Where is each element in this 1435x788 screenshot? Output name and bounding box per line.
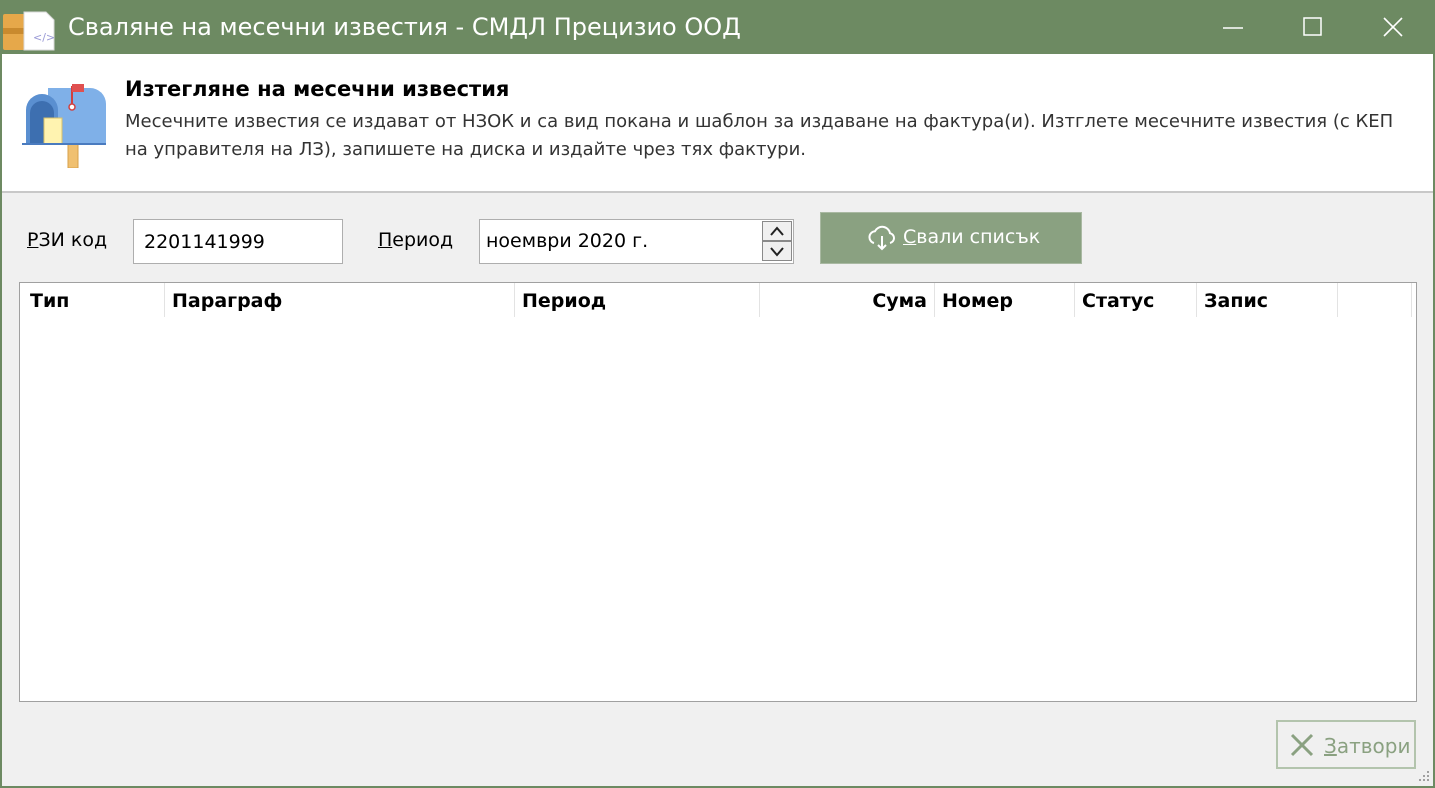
minimize-icon <box>1223 27 1243 29</box>
app-icon: </> <box>3 11 55 51</box>
rzi-code-label: РЗИ код <box>27 229 108 251</box>
mailbox-icon <box>22 84 106 168</box>
close-button-label: Затвори <box>1324 734 1411 758</box>
chevron-up-icon <box>770 226 784 236</box>
column-header-amount[interactable]: Сума <box>760 283 935 317</box>
title-bar[interactable]: </> Сваляне на месечни известия - СМДЛ П… <box>0 0 1435 54</box>
period-picker[interactable]: ноември 2020 г. <box>479 219 794 264</box>
maximize-icon <box>1303 17 1322 36</box>
period-value: ноември 2020 г. <box>486 230 649 252</box>
rzi-code-input[interactable] <box>133 219 343 264</box>
column-header-record[interactable]: Запис <box>1197 283 1338 317</box>
column-header-number[interactable]: Номер <box>935 283 1075 317</box>
header-description: Месечните известия се издават от НЗОК и … <box>125 111 1394 160</box>
svg-text:</>: </> <box>33 31 55 44</box>
cloud-download-icon <box>868 225 895 251</box>
close-x-icon <box>1290 733 1314 757</box>
column-header-type[interactable]: Тип <box>20 283 165 317</box>
maximize-button[interactable] <box>1273 0 1353 54</box>
window-title: Сваляне на месечни известия - СМДЛ Преци… <box>68 13 741 41</box>
close-icon <box>1383 17 1403 37</box>
period-label: Период <box>378 229 454 251</box>
download-list-label: Свали списък <box>903 226 1041 248</box>
chevron-down-icon <box>770 247 784 257</box>
notices-grid[interactable]: Тип Параграф Период Сума Номер Статус За… <box>19 282 1417 702</box>
download-list-button[interactable]: Свали списък <box>820 212 1082 264</box>
dialog-client-area: Изтегляне на месечни известия Месечните … <box>2 54 1433 786</box>
grid-header: Тип Параграф Период Сума Номер Статус За… <box>20 283 1416 317</box>
period-increment-button[interactable] <box>762 221 792 241</box>
resize-grip-icon[interactable] <box>1416 768 1430 782</box>
minimize-button[interactable] <box>1193 0 1273 54</box>
column-header-filler <box>1338 283 1412 317</box>
column-header-paragraph[interactable]: Параграф <box>165 283 515 317</box>
period-decrement-button[interactable] <box>762 241 792 261</box>
close-button[interactable]: Затвори <box>1276 720 1416 769</box>
header-title: Изтегляне на месечни известия <box>125 77 510 101</box>
column-header-period[interactable]: Период <box>515 283 760 317</box>
header-panel: Изтегляне на месечни известия Месечните … <box>2 54 1433 193</box>
column-header-status[interactable]: Статус <box>1075 283 1197 317</box>
close-window-button[interactable] <box>1353 0 1433 54</box>
